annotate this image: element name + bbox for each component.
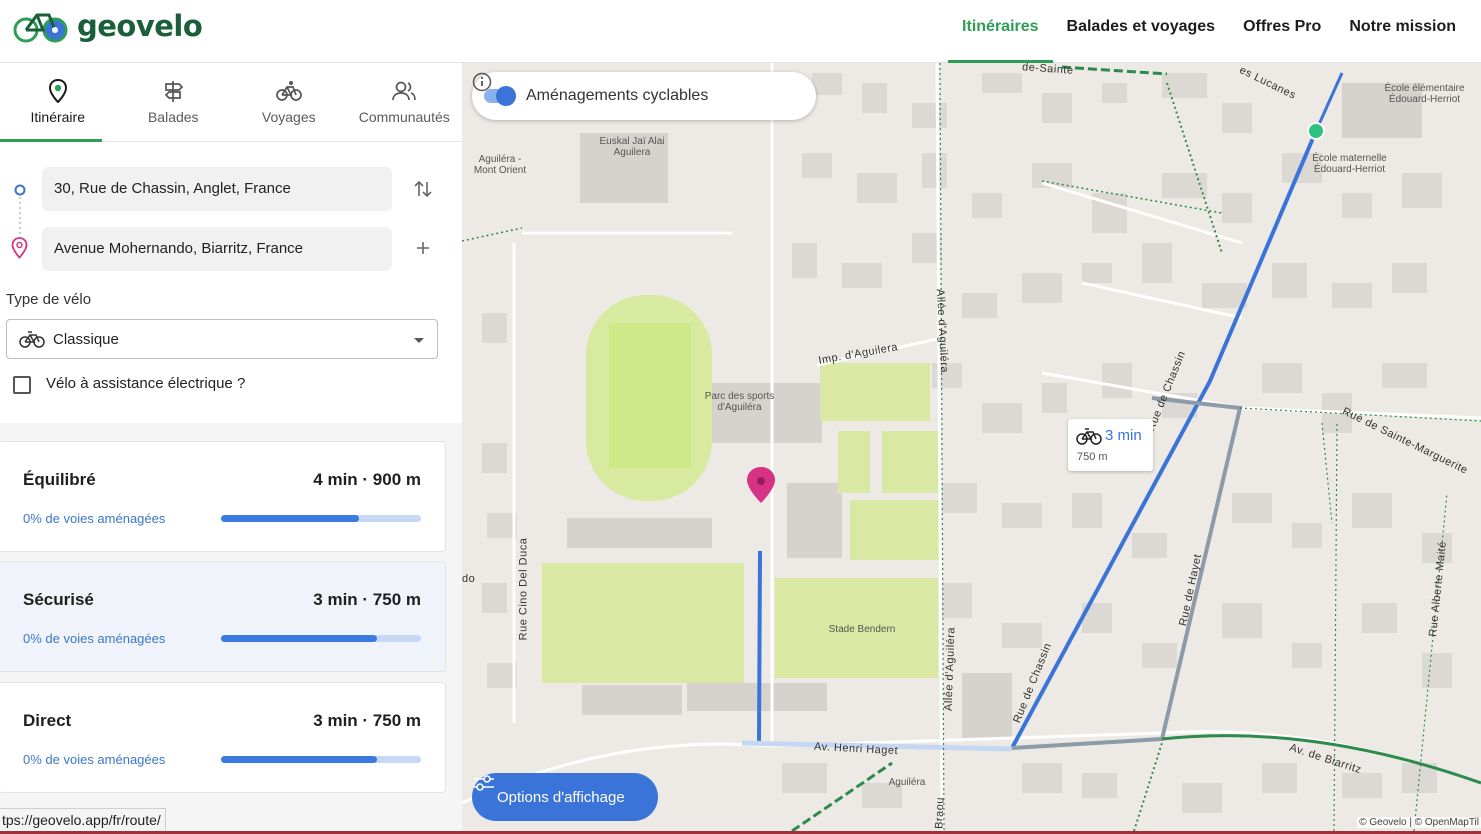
origin-input[interactable]: 30, Rue de Chassin, Anglet, France — [42, 167, 392, 211]
map-place-label: Aguiléra - Mont Orient — [473, 154, 527, 176]
nav-itineraires[interactable]: Itinéraires — [948, 0, 1054, 63]
result-lanes: 0% de voies aménagées — [23, 511, 166, 526]
map-place-label: École maternelle Édouard-Herriot — [1312, 153, 1387, 175]
ebike-label: Vélo à assistance électrique ? — [46, 375, 246, 392]
result-card[interactable]: Sécurisé 3 min · 750 m 0% de voies aména… — [0, 561, 446, 672]
map[interactable]: Aguiléra - Mont Orient Euskal Jaï Alai A… — [462, 63, 1481, 834]
tab-itineraire-label: Itinéraire — [30, 109, 85, 125]
display-options-label: Options d'affichage — [497, 788, 625, 806]
logo-text: geovelo — [77, 9, 203, 43]
add-stop-icon[interactable] — [416, 241, 430, 255]
people-icon — [392, 81, 417, 101]
tab-voyages[interactable]: Voyages — [231, 63, 347, 141]
nav-offres-pro[interactable]: Offres Pro — [1229, 0, 1335, 63]
display-options-button[interactable]: Options d'affichage — [472, 773, 658, 821]
result-name: Équilibré — [23, 470, 96, 489]
ebike-checkbox[interactable] — [13, 376, 31, 394]
sidebar: Itinéraire Balades Voyages Communautés 3… — [0, 63, 462, 834]
popup-time: 3 min — [1105, 427, 1142, 444]
result-meta: 3 min · 750 m — [313, 590, 421, 609]
map-attribution[interactable]: © Geovelo | © OpenMapTil — [1357, 817, 1481, 828]
bike-lanes-toggle-card: Aménagements cyclables — [472, 72, 816, 120]
map-canvas — [462, 63, 1481, 833]
result-meta: 3 min · 750 m — [313, 711, 421, 730]
sliders-icon — [474, 775, 494, 791]
map-road-label: Rue Cino Del Duca — [517, 537, 530, 641]
destination-input[interactable]: Avenue Mohernando, Biarritz, France — [42, 227, 392, 271]
result-lane-bar — [221, 515, 421, 522]
tab-voyages-label: Voyages — [261, 109, 316, 125]
result-name: Sécurisé — [23, 590, 94, 609]
info-icon[interactable] — [472, 72, 492, 92]
result-name: Direct — [23, 711, 72, 730]
bike-lanes-label: Aménagements cyclables — [526, 87, 709, 104]
geovelo-logo[interactable]: geovelo — [13, 9, 203, 43]
nav-notre-mission[interactable]: Notre mission — [1335, 0, 1470, 63]
bike-type-select[interactable]: Classique — [6, 319, 438, 359]
signpost-icon — [165, 81, 184, 102]
destination-pin-icon — [11, 237, 28, 259]
tab-balades[interactable]: Balades — [116, 63, 232, 141]
result-meta: 4 min · 900 m — [313, 470, 421, 489]
top-header: geovelo Itinéraires Balades et voyages O… — [0, 0, 1481, 63]
bicycle-icon — [19, 331, 45, 348]
result-lane-bar — [221, 635, 421, 642]
bike-type-value: Classique — [53, 330, 119, 348]
tab-communautes-label: Communautés — [358, 109, 450, 125]
route-popup: 3 min 750 m — [1068, 419, 1153, 471]
bike-type-label: Type de vélo — [6, 291, 92, 308]
result-card[interactable]: Direct 3 min · 750 m 0% de voies aménagé… — [0, 682, 446, 793]
tab-balades-label: Balades — [147, 109, 199, 125]
bicycle-logo-icon — [13, 13, 68, 43]
bicycle-icon — [1076, 428, 1102, 445]
tab-communautes[interactable]: Communautés — [347, 63, 463, 141]
popup-distance: 750 m — [1077, 451, 1108, 463]
map-place-label: Parc des sports d'Aguiléra — [704, 391, 775, 413]
result-card[interactable]: Équilibré 4 min · 900 m 0% de voies amén… — [0, 441, 446, 552]
tab-itineraire[interactable]: Itinéraire — [0, 63, 116, 142]
chevron-down-icon — [414, 338, 424, 343]
map-place-label: Aguiléra — [888, 777, 926, 788]
swap-icon[interactable] — [414, 179, 432, 199]
map-place-label: Stade Bendern — [828, 624, 896, 635]
result-lanes: 0% de voies aménagées — [23, 752, 166, 767]
map-pin-icon — [48, 79, 67, 103]
status-url: tps://geovelo.app/fr/route/ — [0, 808, 166, 832]
bicycle-icon — [275, 81, 302, 101]
map-place-label: Euskal Jaï Alai Aguilera — [599, 136, 665, 158]
map-place-label: École élémentaire Édouard-Herriot — [1384, 83, 1465, 105]
map-road-label: Braou — [933, 796, 947, 830]
sidebar-tabs: Itinéraire Balades Voyages Communautés — [0, 63, 462, 142]
main-nav: Itinéraires Balades et voyages Offres Pr… — [948, 0, 1470, 63]
nav-balades-voyages[interactable]: Balades et voyages — [1053, 0, 1230, 63]
map-road-label: do — [462, 573, 476, 585]
results-list: Équilibré 4 min · 900 m 0% de voies amén… — [0, 423, 462, 834]
result-lanes: 0% de voies aménagées — [23, 631, 166, 646]
result-lane-bar — [221, 756, 421, 763]
